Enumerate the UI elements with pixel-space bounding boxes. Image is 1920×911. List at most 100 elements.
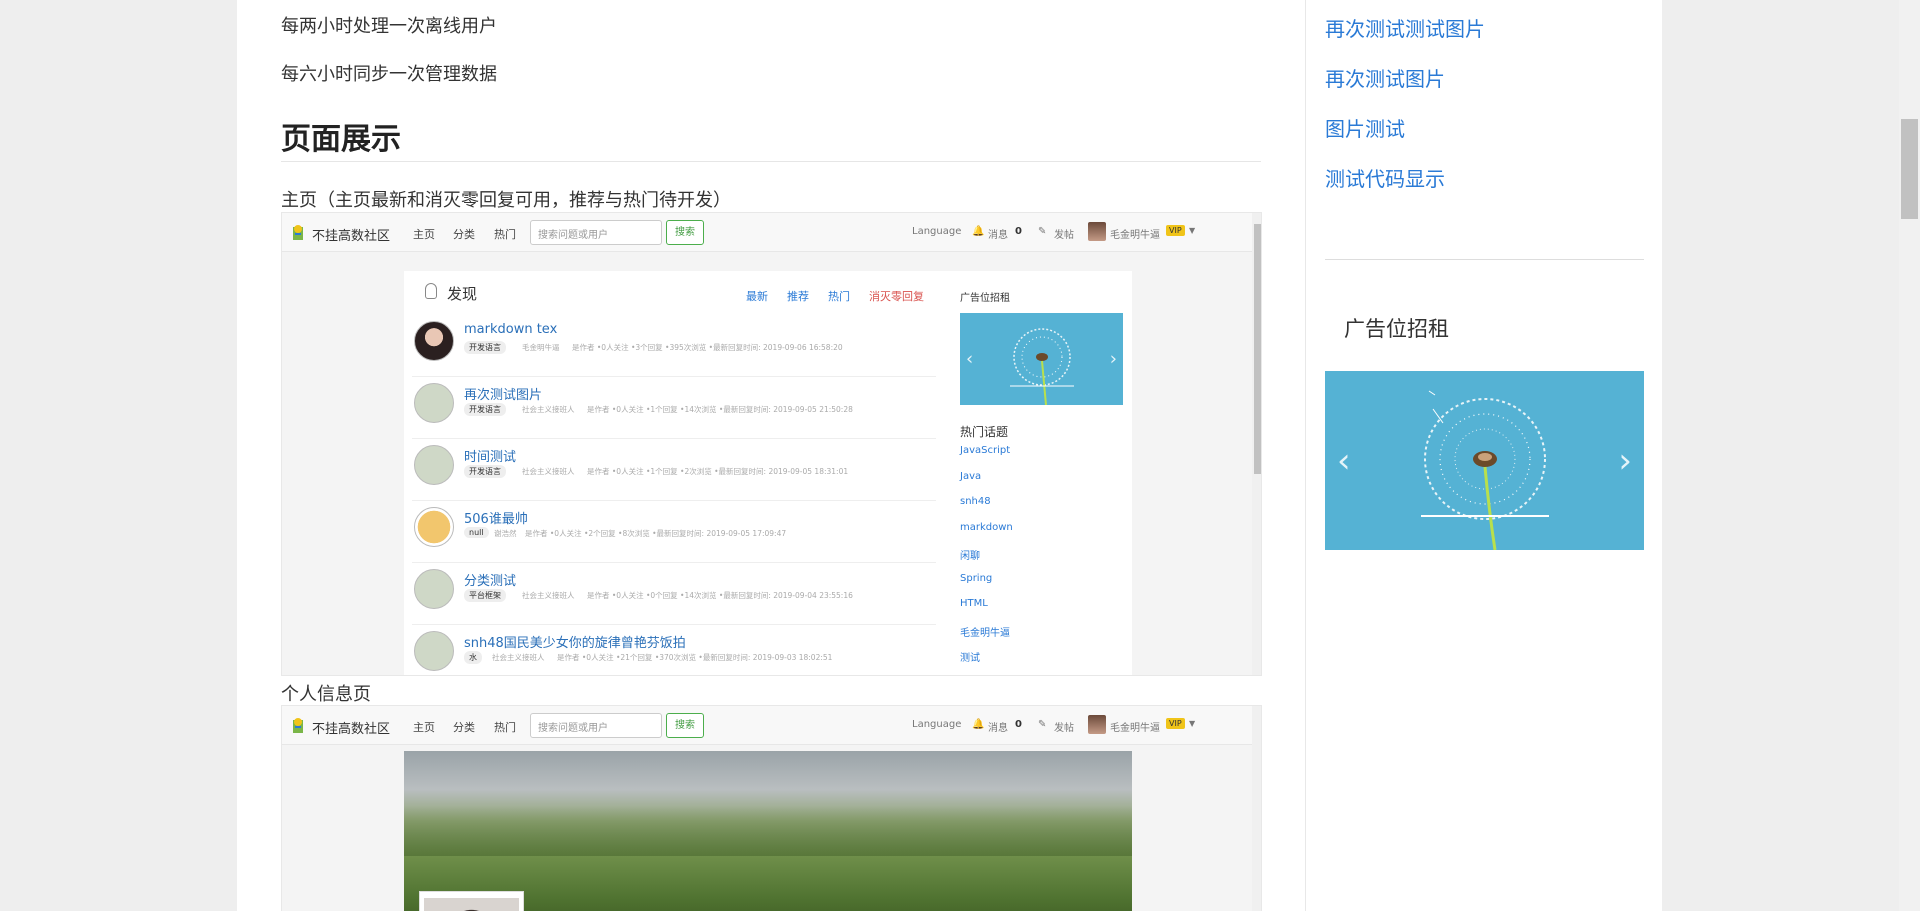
topic-avatar [414,321,454,361]
hot-topic-link: HTML [960,598,988,609]
screenshot-brand: 不挂高数社区 [312,722,391,737]
topic-meta: 是作者 •0人关注 •21个回复 •370次浏览 •最新回复时间: 2019-0… [557,653,833,662]
screenshot-ad-title: 广告位招租 [960,293,1010,304]
screenshot-carousel-next-icon: › [1109,348,1117,370]
homepage-screenshot: 不挂高数社区 主页 分类 热门 搜索问题或用户 搜索 Language 🔔 消息… [281,212,1262,676]
banner-landscape [404,806,1132,856]
ad-title: 广告位招租 [1344,317,1449,341]
screenshot-nav-hot: 热门 [494,721,516,734]
article-paragraph: 每六小时同步一次管理数据 [281,64,497,85]
topic-tag: 开发语言 [464,465,506,478]
topic-author: 社会主义接班人 [522,405,575,414]
topic-tag: 开发语言 [464,403,506,416]
topic-tag: 水 [464,651,482,664]
screenshot-post: 发帖 [1054,723,1074,734]
topic-author: 谢浩然 [494,529,517,538]
profile-banner-image [404,751,1132,911]
screenshot-messages: 消息 [988,723,1008,734]
screenshot-user-avatar [1088,715,1106,734]
hot-topic-link: 毛金明牛逼 [960,628,1010,639]
screenshot-tab-recommend: 推荐 [787,290,809,303]
screenshot-ad-carousel: ‹ › [960,313,1123,405]
topic-avatar [414,383,454,423]
hot-topics-title: 热门话题 [960,425,1009,439]
screenshot-nav-category: 分类 [453,228,475,241]
screenshot-vip-badge: VIP [1166,225,1185,236]
screenshot-tab-zero-reply: 消灭零回复 [869,290,924,303]
topic-meta: 是作者 •0人关注 •0个回复 •14次浏览 •最新回复时间: 2019-09-… [587,591,853,600]
topic-tag: 开发语言 [464,341,506,354]
page-scrollbar-thumb[interactable] [1901,119,1918,219]
image-caption: 主页（主页最新和消灭零回复可用，推荐与热门待开发） [281,190,731,211]
topic-avatar [414,631,454,671]
screenshot-edit-icon: ✎ [1038,226,1047,237]
screenshot-message-count: 0 [1015,719,1022,730]
screenshot-nav-home: 主页 [413,228,435,241]
topic-item: 时间测试 开发语言 社会主义接班人 是作者 •0人关注 •1个回复 •2次浏览 … [412,439,936,501]
sidebar-link[interactable]: 再次测试测试图片 [1325,13,1485,42]
screenshot-username: 毛金明牛逼 [1110,723,1160,734]
dandelion-image [1010,328,1074,405]
sidebar-link[interactable]: 再次测试图片 [1325,63,1445,92]
screenshot-search-input: 搜索问题或用户 [530,220,662,245]
topic-author: 社会主义接班人 [522,467,575,476]
topic-list: markdown tex 开发语言 毛金明牛逼 是作者 •0人关注 •3个回复 … [412,315,936,675]
screenshot-sidebar: 广告位招租 ‹ › 热门话题 JavaScript Java snh48 mar… [960,289,1130,664]
topic-item: markdown tex 开发语言 毛金明牛逼 是作者 •0人关注 •3个回复 … [412,315,936,377]
screenshot-username: 毛金明牛逼 [1110,230,1160,241]
profile-screenshot: 不挂高数社区 主页 分类 热门 搜索问题或用户 搜索 Language 🔔 消息… [281,705,1262,911]
topic-item: 再次测试图片 开发语言 社会主义接班人 是作者 •0人关注 •1个回复 •14次… [412,377,936,439]
screenshot-post: 发帖 [1054,230,1074,241]
page-scrollbar[interactable] [1899,0,1920,911]
hot-topic-link: 测试 [960,653,980,664]
hot-topic-link: Java [960,471,982,482]
screenshot-user-avatar [1088,222,1106,241]
topic-title: snh48国民美少女你的旋律曾艳芬饭拍 [464,636,686,651]
topic-meta: 是作者 •0人关注 •1个回复 •14次浏览 •最新回复时间: 2019-09-… [587,405,853,414]
topic-tag: null [464,527,489,538]
topic-title: 时间测试 [464,450,517,465]
carousel-prev-icon[interactable]: ‹ [1337,441,1351,481]
screenshot-nav-home: 主页 [413,721,435,734]
screenshot-nav-hot: 热门 [494,228,516,241]
discover-panel: 发现 最新 推荐 热门 消灭零回复 markdown tex 开发语言 毛金明牛… [404,271,1132,675]
heading-divider [281,161,1261,162]
carousel-next-icon[interactable]: › [1618,441,1632,481]
screenshot-edit-icon: ✎ [1038,719,1047,730]
profile-avatar-frame [419,891,524,911]
community-logo-icon [293,225,303,240]
ad-carousel[interactable]: ‹ › [1325,371,1644,550]
hot-topic-link: snh48 [960,496,991,507]
sidebar-link[interactable]: 测试代码显示 [1325,163,1445,192]
article-column: 每两小时处理一次离线用户 每六小时同步一次管理数据 页面展示 主页（主页最新和消… [237,0,1305,911]
screenshot-nav-category: 分类 [453,721,475,734]
dandelion-image [1421,390,1549,550]
screenshot-language: Language [912,719,962,730]
hot-topic-link: Spring [960,573,993,584]
screenshot-tab-latest: 最新 [746,290,768,303]
topic-title: 再次测试图片 [464,388,543,403]
topic-title: 506谁最帅 [464,512,528,527]
screenshot-message-count: 0 [1015,226,1022,237]
topic-title: 分类测试 [464,574,517,589]
topic-item: snh48国民美少女你的旋律曾艳芬饭拍 水 社会主义接班人 是作者 •0人关注 … [412,625,936,675]
topic-author: 社会主义接班人 [492,653,545,662]
right-sidebar: 再次测试测试图片 再次测试图片 图片测试 测试代码显示 广告位招租 ‹ › [1305,0,1662,911]
topic-meta: 是作者 •0人关注 •2个回复 •8次浏览 •最新回复时间: 2019-09-0… [525,529,787,538]
topic-item: 分类测试 平台框架 社会主义接班人 是作者 •0人关注 •0个回复 •14次浏览… [412,563,936,625]
screenshot-bell-icon: 🔔 [972,719,985,730]
section-heading: 页面展示 [281,122,401,157]
hot-topic-link: 闲聊 [960,551,980,562]
topic-meta: 是作者 •0人关注 •1个回复 •2次浏览 •最新回复时间: 2019-09-0… [587,467,849,476]
screenshot-search-button: 搜索 [666,713,704,738]
hot-topic-link: markdown [960,522,1013,533]
screenshot-bell-icon: 🔔 [972,226,985,237]
screenshot-brand: 不挂高数社区 [312,229,391,244]
screenshot-language: Language [912,226,962,237]
topic-avatar [414,569,454,609]
topic-title: markdown tex [464,322,558,337]
sidebar-link[interactable]: 图片测试 [1325,113,1405,142]
screenshot-navbar: 不挂高数社区 主页 分类 热门 搜索问题或用户 搜索 Language 🔔 消息… [282,706,1252,745]
screenshot-caret-icon: ▼ [1189,226,1196,235]
discover-title: 发现 [447,285,478,303]
